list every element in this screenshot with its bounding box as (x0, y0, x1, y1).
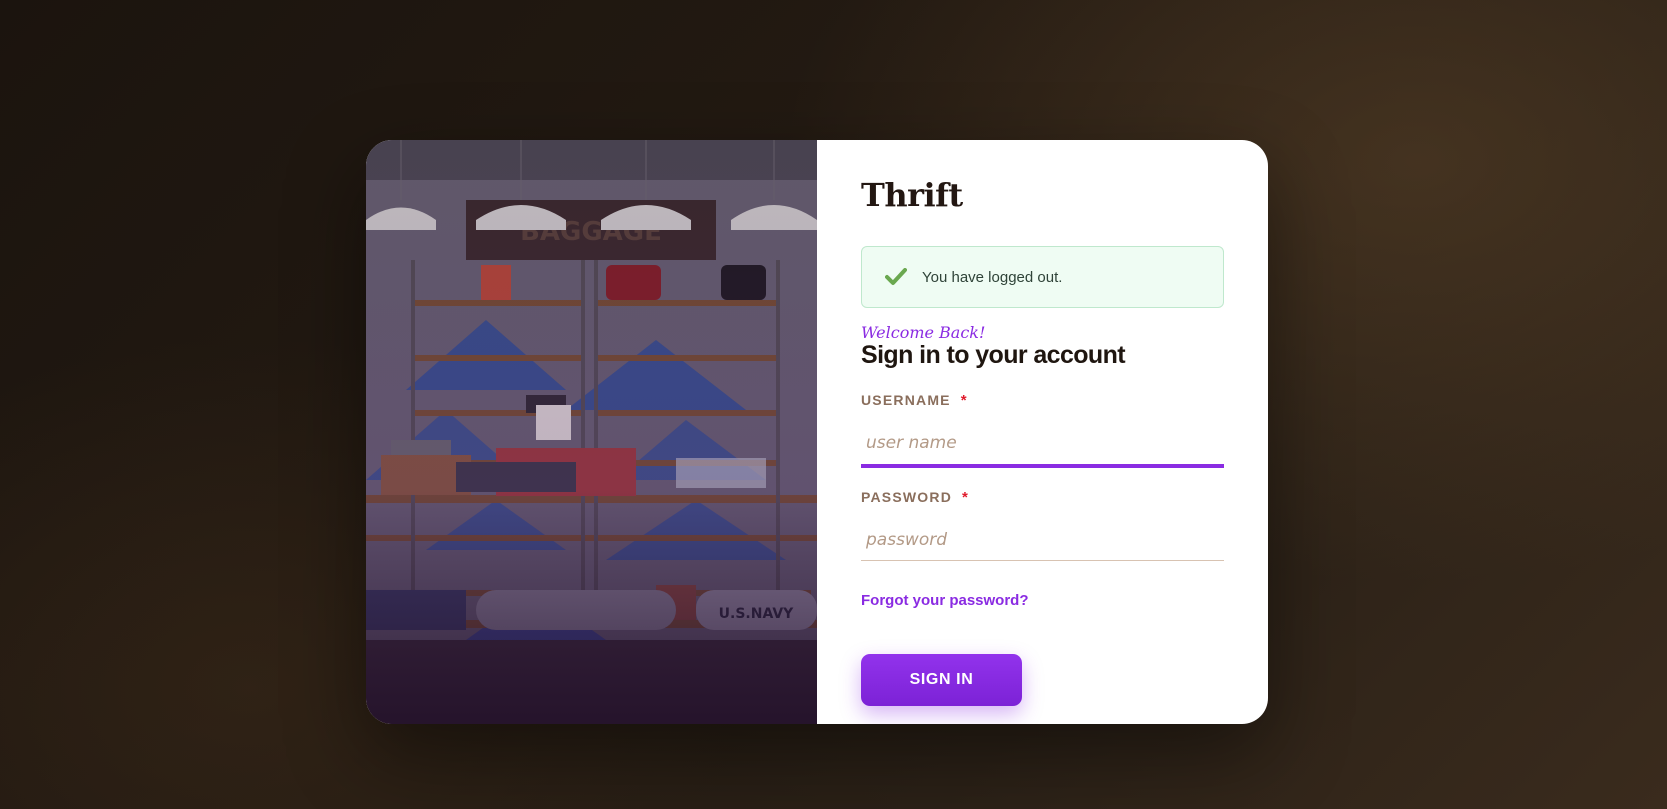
username-label: USERNAME * (861, 392, 968, 409)
required-marker: * (960, 392, 968, 409)
alert-message: You have logged out. (922, 268, 1063, 286)
login-form-panel: Thrift You have logged out. Welcome Back… (817, 140, 1268, 724)
page-title: Sign in to your account (861, 341, 1126, 369)
password-label-text: PASSWORD (861, 489, 953, 505)
required-marker: * (962, 489, 970, 506)
password-input[interactable] (861, 519, 1224, 561)
forgot-password-link[interactable]: Forgot your password? (861, 592, 1029, 609)
store-photo: BAGGAGE (366, 140, 817, 724)
login-card: BAGGAGE (366, 140, 1268, 724)
photo-gradient-overlay (366, 140, 817, 724)
username-input[interactable] (861, 422, 1224, 468)
check-icon (884, 265, 908, 289)
username-label-text: USERNAME (861, 392, 951, 408)
logout-alert: You have logged out. (861, 246, 1224, 308)
password-label: PASSWORD * (861, 489, 969, 506)
brand-logo: Thrift (861, 176, 963, 214)
sign-in-button[interactable]: SIGN IN (861, 654, 1022, 706)
